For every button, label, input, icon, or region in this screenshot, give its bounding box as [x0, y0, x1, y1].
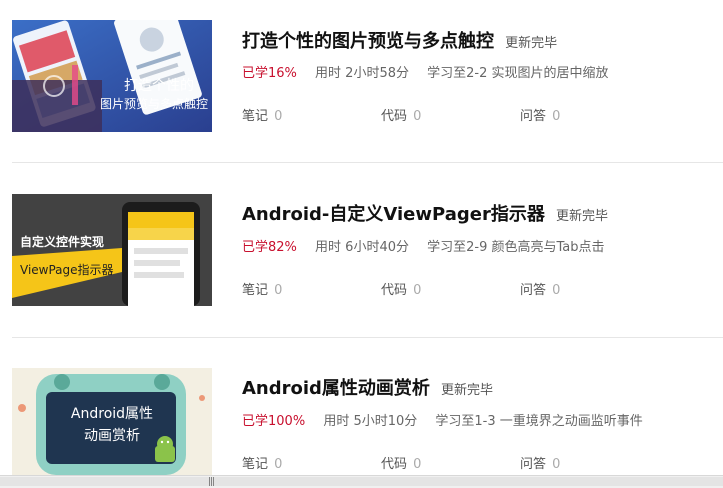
progress-text: 已学82% [242, 240, 297, 255]
code-link[interactable]: 代码 0 [381, 453, 421, 472]
qa-label: 问答 [520, 457, 547, 472]
course-title-row: Android属性动画赏析 更新完毕 [242, 374, 493, 400]
notes-label: 笔记 [242, 283, 269, 298]
svg-text:动画赏析: 动画赏析 [84, 428, 140, 444]
qa-label: 问答 [520, 283, 547, 298]
notes-count: 0 [274, 457, 283, 472]
course-thumbnail[interactable]: Android属性 动画赏析 [12, 368, 212, 475]
notes-label: 笔记 [242, 109, 269, 124]
notes-count: 0 [274, 283, 283, 298]
qa-link[interactable]: 问答 0 [520, 279, 560, 298]
svg-text:ViewPage指示器: ViewPage指示器 [20, 262, 114, 277]
course-cover-image: 自定义控件实现 ViewPage指示器 [12, 194, 212, 306]
grip-icon: ||| [208, 477, 215, 487]
qa-count: 0 [552, 457, 561, 472]
course-thumbnail[interactable]: 自定义控件实现 ViewPage指示器 [12, 194, 212, 306]
course-meta: 已学100% 用时 5小时10分 学习至1-3 一重境界之动画监听事件 [242, 410, 643, 429]
course-meta: 已学16% 用时 2小时58分 学习至2-2 实现图片的居中缩放 [242, 62, 609, 81]
last-lesson-link[interactable]: 学习至1-3 一重境界之动画监听事件 [435, 414, 642, 429]
code-label: 代码 [381, 283, 408, 298]
duration-text: 用时 6小时40分 [315, 240, 409, 255]
course-cover-image: 打造个性的 图片预览与多点触控 [12, 20, 212, 132]
svg-text:Android属性: Android属性 [71, 406, 153, 422]
scrollbar-thumb[interactable]: ||| [0, 477, 723, 487]
code-label: 代码 [381, 109, 408, 124]
course-cover-image: Android属性 动画赏析 [12, 368, 212, 475]
status-badge: 更新完毕 [441, 383, 494, 398]
qa-count: 0 [552, 109, 561, 124]
code-link[interactable]: 代码 0 [381, 105, 421, 124]
svg-text:自定义控件实现: 自定义控件实现 [20, 234, 104, 249]
duration-text: 用时 2小时58分 [315, 66, 409, 81]
course-title-row: 打造个性的图片预览与多点触控 更新完毕 [242, 27, 557, 53]
qa-link[interactable]: 问答 0 [520, 453, 560, 472]
qa-link[interactable]: 问答 0 [520, 105, 560, 124]
last-lesson-link[interactable]: 学习至2-2 实现图片的居中缩放 [427, 66, 608, 81]
divider [12, 162, 723, 163]
notes-label: 笔记 [242, 457, 269, 472]
svg-text:打造个性的: 打造个性的 [124, 77, 194, 94]
notes-count: 0 [274, 109, 283, 124]
svg-text:图片预览与多点触控: 图片预览与多点触控 [100, 96, 208, 111]
course-title[interactable]: Android属性动画赏析 [242, 378, 430, 399]
status-badge: 更新完毕 [555, 209, 608, 224]
course-title-row: Android-自定义ViewPager指示器 更新完毕 [242, 200, 608, 226]
course-title[interactable]: Android-自定义ViewPager指示器 [242, 204, 545, 225]
notes-link[interactable]: 笔记 0 [242, 105, 282, 124]
notes-link[interactable]: 笔记 0 [242, 453, 282, 472]
notes-link[interactable]: 笔记 0 [242, 279, 282, 298]
code-count: 0 [413, 457, 422, 472]
status-badge: 更新完毕 [505, 36, 558, 51]
progress-text: 已学16% [242, 66, 297, 81]
code-link[interactable]: 代码 0 [381, 279, 421, 298]
horizontal-scrollbar[interactable]: ||| [0, 475, 723, 488]
course-meta: 已学82% 用时 6小时40分 学习至2-9 颜色高亮与Tab点击 [242, 236, 605, 255]
qa-label: 问答 [520, 109, 547, 124]
divider [12, 337, 723, 338]
progress-text: 已学100% [242, 414, 306, 429]
last-lesson-link[interactable]: 学习至2-9 颜色高亮与Tab点击 [427, 240, 604, 255]
code-count: 0 [413, 109, 422, 124]
qa-count: 0 [552, 283, 561, 298]
course-title[interactable]: 打造个性的图片预览与多点触控 [242, 31, 494, 52]
code-label: 代码 [381, 457, 408, 472]
duration-text: 用时 5小时10分 [323, 414, 418, 429]
code-count: 0 [413, 283, 422, 298]
course-thumbnail[interactable]: 打造个性的 图片预览与多点触控 [12, 20, 212, 132]
